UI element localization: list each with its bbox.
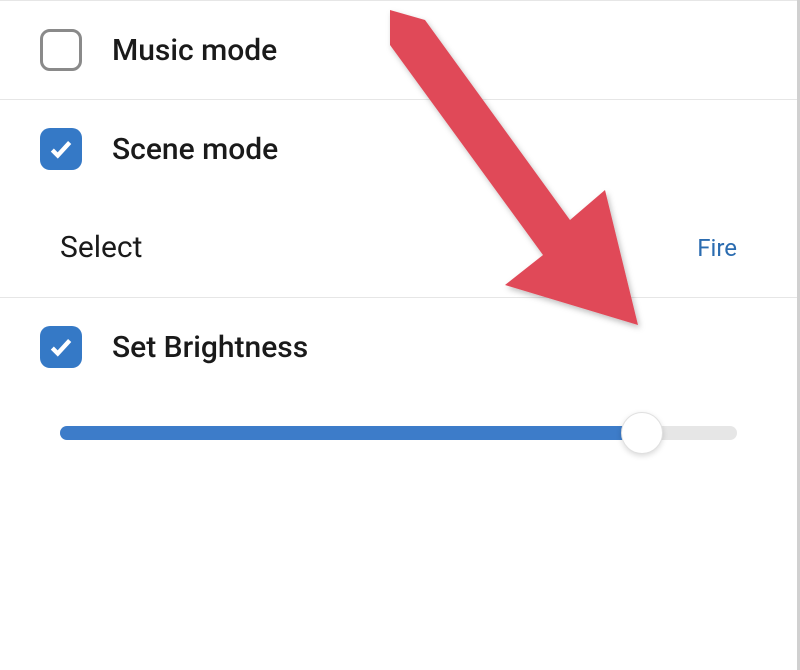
brightness-checkbox[interactable] [40,326,82,368]
brightness-slider-fill [60,426,642,440]
music-mode-checkbox[interactable] [40,29,82,71]
scene-select-label: Select [60,230,142,265]
brightness-label: Set Brightness [112,330,308,365]
scene-mode-checkbox[interactable] [40,128,82,170]
check-icon [48,334,74,360]
music-mode-label: Music mode [112,33,277,68]
brightness-row: Set Brightness [0,298,797,396]
scene-mode-row: Scene mode [0,100,797,198]
brightness-slider-thumb[interactable] [621,412,663,454]
settings-panel: Music mode Scene mode Select Fire Set Br… [0,0,800,670]
brightness-slider[interactable] [60,426,737,440]
music-mode-row: Music mode [0,1,797,99]
scene-select-value: Fire [697,234,737,262]
brightness-slider-row [0,396,797,460]
check-icon [48,136,74,162]
scene-select-button[interactable]: Select Fire [0,198,797,297]
scene-mode-label: Scene mode [112,132,278,167]
